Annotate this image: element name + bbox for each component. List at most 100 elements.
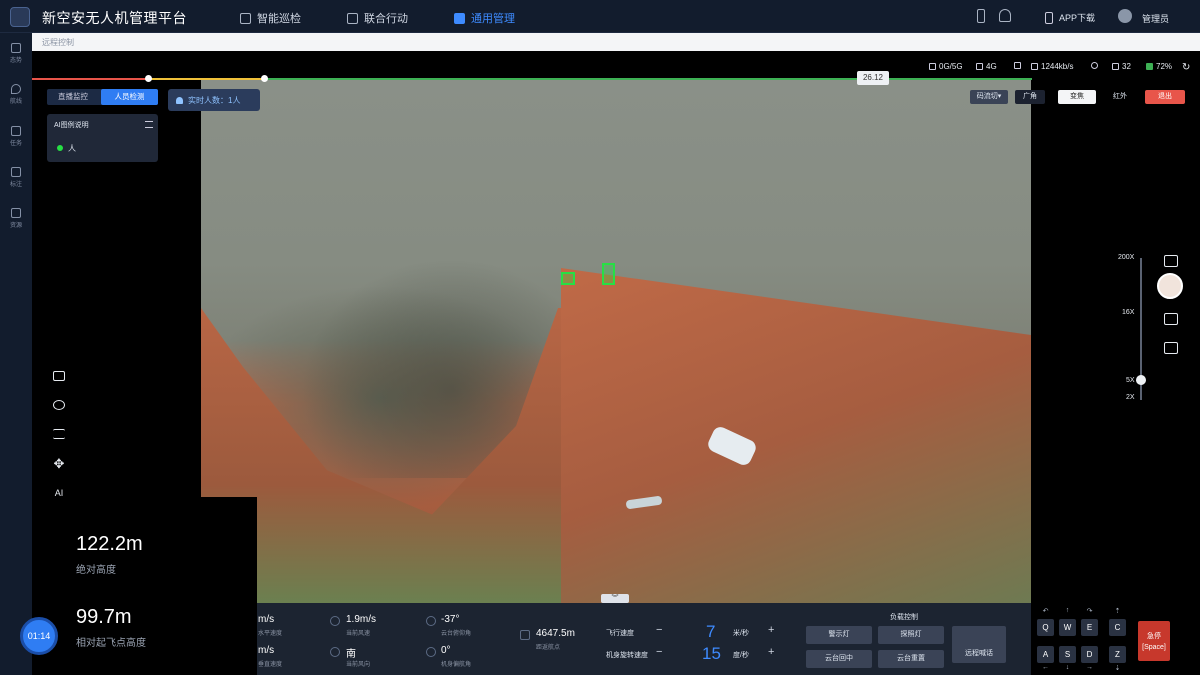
video-camera-icon[interactable]	[1164, 313, 1178, 325]
tab-person-detection[interactable]: 人员检测	[101, 89, 158, 105]
data-rate: 1244kb/s	[1031, 62, 1073, 71]
drone-camera-feed[interactable]	[201, 78, 1031, 603]
refresh-icon[interactable]: ↻	[1182, 62, 1190, 73]
move-icon: ✥	[53, 456, 65, 471]
rotate-speed-value: 15	[702, 644, 721, 663]
breadcrumb[interactable]: 远程控制	[42, 37, 74, 48]
signal-tool-button[interactable]	[52, 400, 66, 410]
progress-handle[interactable]	[261, 75, 268, 82]
zoom-slider-thumb[interactable]	[1136, 375, 1146, 385]
flight-timer[interactable]: 01:14	[20, 617, 58, 655]
wind-direction-value: 南	[346, 649, 356, 660]
gimbal-reset-button[interactable]: 云台重置	[878, 650, 944, 668]
flight-speed-label: 飞行速度	[606, 630, 634, 637]
sidebar-item-marker[interactable]: 标注	[4, 167, 28, 188]
emergency-stop-button[interactable]: 急停 [Space]	[1138, 621, 1170, 661]
home-icon	[520, 630, 530, 640]
nav-smart-inspection[interactable]: 智能巡检	[240, 10, 301, 26]
rotate-speed-decrease[interactable]: −	[656, 646, 662, 658]
phone-icon[interactable]	[977, 9, 985, 23]
absolute-altitude-label: 绝对高度	[76, 565, 116, 576]
crop-icon[interactable]	[1164, 255, 1178, 267]
face-recognition-avatar[interactable]	[1157, 273, 1183, 299]
home-distance-label: 距返航点	[536, 645, 561, 651]
heading-value: 0°	[441, 645, 451, 656]
key-s[interactable]: S	[1059, 646, 1076, 663]
grid-icon	[454, 12, 465, 24]
wind-speed-value: 1.9m/s	[346, 614, 377, 625]
tab-live-monitor[interactable]: 直播监控	[47, 89, 99, 105]
gimbal-icon	[426, 616, 436, 626]
list-icon	[11, 126, 21, 136]
searchlight-button[interactable]: 探照灯	[878, 626, 944, 644]
rotate-speed-increase[interactable]: +	[768, 646, 774, 658]
signal-icon	[53, 400, 65, 410]
move-tool-button[interactable]: ✥	[52, 456, 66, 472]
relative-altitude-label: 相对起飞点高度	[76, 638, 146, 649]
key-q[interactable]: Q	[1037, 619, 1054, 636]
gimbal-center-button[interactable]: 云台回中	[806, 650, 872, 668]
bell-icon[interactable]	[999, 9, 1011, 22]
gimbal-pitch-label: 云台俯仰角	[441, 631, 472, 637]
user-name[interactable]: 管理员	[1142, 12, 1169, 25]
ascend-icon: ⇡	[1114, 608, 1121, 615]
key-c[interactable]: C	[1109, 619, 1126, 636]
legend-color-dot	[57, 145, 63, 151]
stream-switch-button[interactable]: 码流切▾	[970, 90, 1008, 104]
sidebar-item-task[interactable]: 任务	[4, 126, 28, 147]
progress-segment	[148, 78, 265, 80]
key-a[interactable]: A	[1037, 646, 1054, 663]
rate-icon	[1031, 63, 1038, 70]
flight-speed-decrease[interactable]: −	[656, 624, 662, 636]
nav-general-management[interactable]: 通用管理	[454, 10, 515, 26]
exit-button[interactable]: 退出	[1145, 90, 1185, 104]
chevron-down-icon[interactable]: ︾	[601, 594, 629, 603]
person-count-badge: 实时人数：1人	[168, 89, 260, 111]
heading-label: 机身偏航角	[441, 662, 472, 668]
arrow-right-icon: →	[1086, 664, 1093, 671]
compass-icon	[330, 647, 340, 657]
sidebar-item-route[interactable]: 航线	[4, 84, 28, 105]
wide-angle-button[interactable]: 广角	[1015, 90, 1045, 104]
relative-altitude-value: 99.7m	[76, 606, 132, 628]
photo-icon[interactable]	[1164, 342, 1178, 354]
sidebar-item-resource[interactable]: 资源	[4, 208, 28, 229]
align-icon	[53, 429, 65, 439]
key-w[interactable]: W	[1059, 619, 1076, 636]
image-tool-button[interactable]	[52, 371, 66, 381]
image-icon	[53, 371, 65, 381]
location-icon	[11, 84, 21, 94]
key-e[interactable]: E	[1081, 619, 1098, 636]
light-icon	[1091, 62, 1098, 69]
key-d[interactable]: D	[1081, 646, 1098, 663]
payload-control-title: 负载控制	[890, 614, 918, 621]
zoom-label: 16X	[1122, 309, 1135, 316]
heading-icon	[426, 647, 436, 657]
infrared-button[interactable]: 红外	[1103, 90, 1137, 104]
flight-speed-value: 7	[706, 622, 716, 641]
mobile-icon	[1045, 11, 1053, 24]
arrow-left-icon: ←	[1042, 664, 1049, 671]
app-download-button[interactable]: APP下载	[1045, 11, 1095, 24]
progress-handle[interactable]	[145, 75, 152, 82]
zoom-label: 2X	[1126, 394, 1135, 401]
cell-icon	[976, 63, 983, 70]
sidebar-item-situation[interactable]: 态势	[4, 43, 28, 64]
avatar[interactable]	[1118, 9, 1132, 23]
monitor-icon	[347, 12, 358, 24]
remote-shout-button[interactable]: 远程喊话	[952, 626, 1006, 663]
zoom-mode-button[interactable]: 变焦	[1058, 90, 1096, 104]
folder-icon	[11, 208, 21, 218]
flight-speed-increase[interactable]: +	[768, 624, 774, 636]
legend-label: 人	[68, 144, 76, 153]
legend-title: AI图例说明	[54, 122, 89, 129]
breadcrumb-bar	[32, 33, 1200, 51]
rotate-speed-unit: 度/秒	[733, 652, 749, 659]
gimbal-pitch-value: -37°	[441, 614, 460, 625]
align-tool-button[interactable]	[52, 429, 66, 439]
wind-direction-label: 当前风向	[346, 662, 371, 668]
key-z[interactable]: Z	[1109, 646, 1126, 663]
nav-joint-action[interactable]: 联合行动	[347, 10, 408, 26]
menu-icon[interactable]	[145, 121, 153, 128]
warning-light-button[interactable]: 警示灯	[806, 626, 872, 644]
